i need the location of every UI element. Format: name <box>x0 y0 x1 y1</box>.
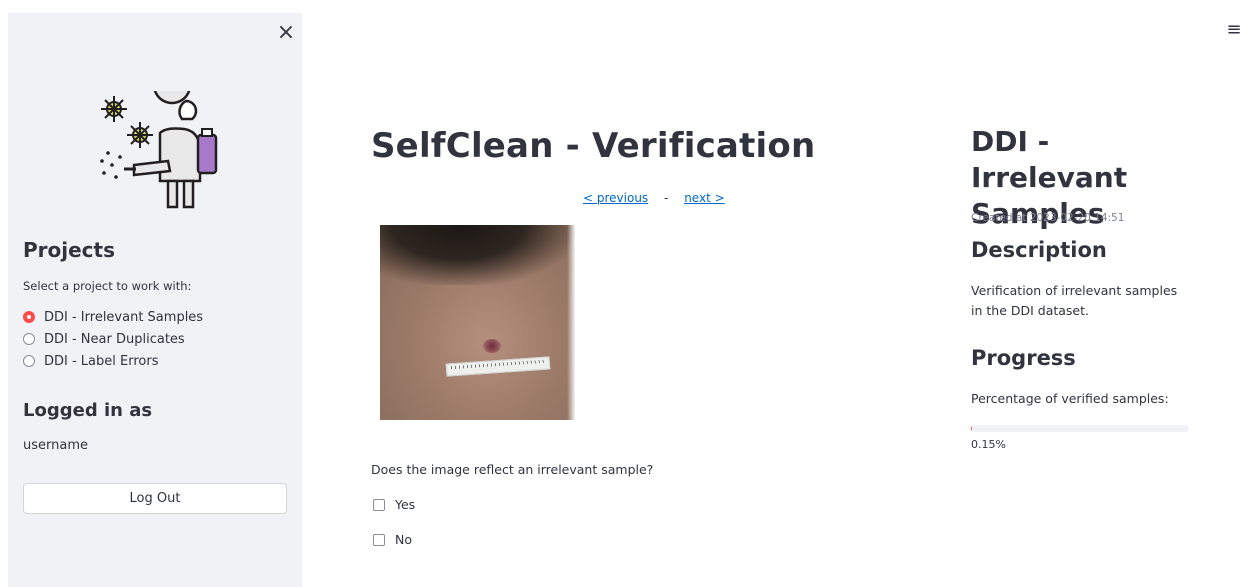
image-ruler <box>445 356 551 377</box>
yes-label: Yes <box>395 497 416 512</box>
hamburger-menu-icon[interactable]: ≡ <box>1226 20 1242 40</box>
description-heading: Description <box>971 238 1107 262</box>
select-project-prompt: Select a project to work with: <box>23 279 192 293</box>
sidebar: × Projects Select a project to work with… <box>8 13 302 587</box>
sample-navigation: < previous - next > <box>583 191 725 205</box>
nav-separator: - <box>664 191 669 205</box>
previous-link[interactable]: < previous <box>583 191 648 205</box>
project-option-label-errors[interactable]: DDI - Label Errors <box>23 350 203 372</box>
checkbox-icon[interactable] <box>373 498 385 511</box>
logout-button[interactable]: Log Out <box>23 483 287 514</box>
sample-image <box>380 225 575 420</box>
close-icon[interactable]: × <box>274 21 298 45</box>
description-text: Verification of irrelevant samples in th… <box>971 283 1178 318</box>
virus-sprayer-logo-icon <box>100 91 218 209</box>
progress-heading: Progress <box>971 346 1076 370</box>
verification-question: Does the image reflect an irrelevant sam… <box>371 462 654 477</box>
image-edge <box>567 225 575 420</box>
no-label: No <box>395 532 412 547</box>
page-title: SelfClean - Verification <box>371 126 816 166</box>
progress-value: 0.15% <box>971 438 1006 451</box>
project-option-near-duplicates[interactable]: DDI - Near Duplicates <box>23 328 203 350</box>
checkbox-icon[interactable] <box>373 533 385 546</box>
radio-unselected-icon[interactable] <box>23 355 35 367</box>
yes-checkbox-option[interactable]: Yes <box>373 497 415 512</box>
project-radio-group: DDI - Irrelevant Samples DDI - Near Dupl… <box>23 306 203 372</box>
image-lesion <box>483 339 501 353</box>
projects-heading: Projects <box>23 238 116 262</box>
progress-label: Percentage of verified samples: <box>971 391 1169 406</box>
project-option-label: DDI - Irrelevant Samples <box>44 309 204 325</box>
project-option-irrelevant-samples[interactable]: DDI - Irrelevant Samples <box>23 306 203 328</box>
next-link[interactable]: next > <box>684 191 724 205</box>
created-timestamp: Created at 2023-02-20 14:51 <box>971 212 1125 224</box>
project-option-label: DDI - Label Errors <box>44 353 159 369</box>
no-checkbox-option[interactable]: No <box>373 532 412 547</box>
username-text: username <box>23 438 88 453</box>
progress-bar <box>971 425 1189 432</box>
project-option-label: DDI - Near Duplicates <box>44 331 185 347</box>
progress-bar-fill <box>971 425 973 432</box>
radio-selected-icon[interactable] <box>23 311 35 323</box>
radio-unselected-icon[interactable] <box>23 333 35 345</box>
image-hair-region <box>380 225 575 285</box>
logged-in-heading: Logged in as <box>23 400 153 421</box>
